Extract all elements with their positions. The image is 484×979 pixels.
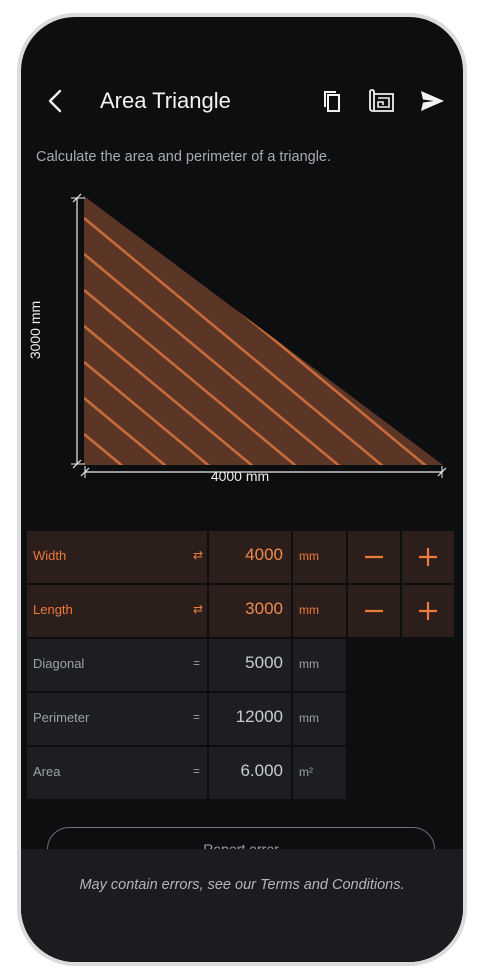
equals-sign: = [193,764,201,778]
row-unit: mm [299,549,319,563]
page-title: Area Triangle [100,88,231,113]
width-decrement-button[interactable] [348,531,400,583]
length-increment-button[interactable] [402,585,454,637]
length-label-cell: Length ⇄ [27,585,207,637]
send-icon [421,91,444,111]
unit-cell[interactable]: mm [293,639,346,691]
area-value: 6.000 [209,747,291,799]
unit-cell[interactable]: mm [293,693,346,745]
length-decrement-button[interactable] [348,585,400,637]
equals-sign: = [193,710,201,724]
top-app-bar: Area Triangle [21,77,463,125]
width-label-cell: Width ⇄ [27,531,207,583]
perimeter-value: 12000 [209,693,291,745]
unit-cell[interactable]: m² [293,747,346,799]
width-value-field[interactable]: 4000 [209,531,291,583]
row-value: 3000 [245,599,283,618]
diagonal-value: 5000 [209,639,291,691]
row-unit: mm [299,603,319,617]
row-unit: m² [299,765,313,779]
plus-icon [419,602,437,620]
back-arrow-icon [48,89,62,113]
plus-icon [419,548,437,566]
description: Calculate the area and perimeter of a tr… [36,149,332,165]
send-button[interactable] [417,86,447,116]
unit-cell[interactable]: mm [293,531,346,583]
values-table: Width ⇄ 4000 mm Length ⇄ 3000 mm Diagona… [27,531,457,803]
row-label: Width [33,548,67,563]
area-label-cell: Area = [27,747,207,799]
row-value: 6.000 [240,761,283,780]
row-label: Area [33,764,61,779]
height-dimension: 3000 mm [25,280,45,380]
width-label: 4000 mm [210,468,270,484]
row-label: Perimeter [33,710,90,725]
height-label: 3000 mm [27,300,43,360]
unit-cell[interactable]: mm [293,585,346,637]
row-unit: mm [299,711,319,725]
length-value-field[interactable]: 3000 [209,585,291,637]
row-unit: mm [299,657,319,671]
swap-icon[interactable]: ⇄ [193,548,203,562]
blueprint-button[interactable] [366,86,396,116]
row-value: 5000 [245,653,283,672]
diagonal-label-cell: Diagonal = [27,639,207,691]
row-value: 12000 [235,707,283,726]
perimeter-label-cell: Perimeter = [27,693,207,745]
blueprint-icon [369,89,394,112]
row-value: 4000 [245,545,283,564]
minus-icon [365,555,383,559]
minus-icon [365,609,383,613]
back-button[interactable] [41,86,71,116]
copy-button[interactable] [317,86,347,116]
row-label: Length [33,602,73,617]
triangle-diagram [71,193,447,478]
swap-icon[interactable]: ⇄ [193,602,203,616]
row-label: Diagonal [33,656,85,671]
width-increment-button[interactable] [402,531,454,583]
equals-sign: = [193,656,201,670]
copy-icon [324,91,340,112]
